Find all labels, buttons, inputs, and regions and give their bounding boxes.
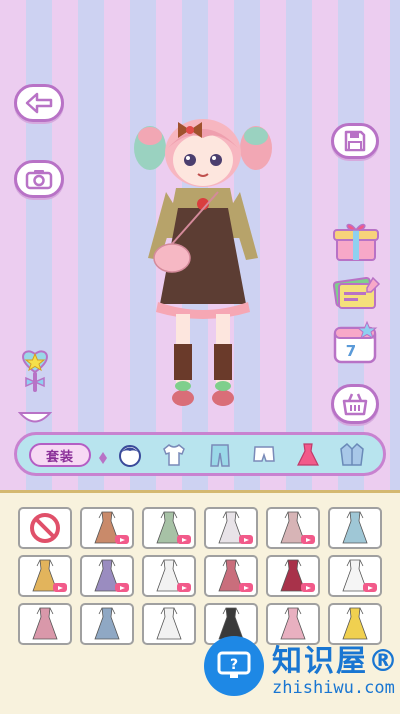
dress-thumbnail-icon xyxy=(342,559,368,592)
watermark-logo-icon: ? xyxy=(204,636,264,696)
dress-thumbnail-icon xyxy=(280,559,306,592)
clothing-item-cell[interactable] xyxy=(328,555,382,597)
dress-thumbnail-icon xyxy=(218,559,244,592)
save-button[interactable] xyxy=(331,123,379,159)
calendar-day-number: 7 xyxy=(346,342,356,360)
tab-pants[interactable] xyxy=(205,440,235,470)
dress-thumbnail-icon xyxy=(32,607,58,640)
calendar-button[interactable]: 7 xyxy=(329,320,383,368)
cards-button[interactable] xyxy=(331,270,383,314)
tab-shorts[interactable] xyxy=(249,440,279,470)
shop-basket-icon xyxy=(342,393,368,416)
magic-wand-icon xyxy=(22,350,48,392)
dress-thumbnail-icon xyxy=(280,511,306,544)
outfit-tab-button[interactable]: 套装 xyxy=(29,443,91,467)
face-icon xyxy=(119,445,141,467)
camera-button[interactable] xyxy=(14,160,64,198)
shop-button[interactable] xyxy=(331,384,379,424)
watermark-title: 知识屋® xyxy=(272,644,400,679)
clothing-item-cell[interactable] xyxy=(18,603,72,645)
dress-thumbnail-icon xyxy=(156,559,182,592)
back-arrow-icon xyxy=(25,92,53,114)
save-floppy-icon xyxy=(344,130,366,152)
dress-thumbnail-icon xyxy=(218,511,244,544)
dress-thumbnail-icon xyxy=(156,511,182,544)
category-tab-bar: 套装 xyxy=(14,432,386,476)
watermark: ? 知识屋® zhishiwu.com xyxy=(200,630,400,711)
character-doll[interactable] xyxy=(128,108,278,418)
dress-thumbnail-icon xyxy=(94,511,120,544)
collapse-arrow-icon xyxy=(18,412,52,423)
collapse-button[interactable] xyxy=(18,410,52,426)
watermark-url: zhishiwu.com xyxy=(272,678,395,698)
clothing-item-cell[interactable] xyxy=(142,507,196,549)
camera-icon xyxy=(25,170,53,190)
gift-button[interactable] xyxy=(331,220,381,264)
cards-icon xyxy=(332,276,381,309)
jacket-icon xyxy=(340,442,364,466)
dress-thumbnail-icon xyxy=(342,511,368,544)
dress-thumbnail-icon xyxy=(94,607,120,640)
gift-box-icon xyxy=(333,223,379,261)
svg-text:?: ? xyxy=(230,657,238,673)
shorts-icon xyxy=(253,446,275,462)
dress-icon xyxy=(297,443,319,466)
back-button[interactable] xyxy=(14,84,64,122)
dress-thumbnail-icon xyxy=(94,559,120,592)
clothing-item-cell[interactable] xyxy=(142,555,196,597)
clothing-item-cell[interactable] xyxy=(80,555,134,597)
no-item-icon xyxy=(30,513,60,543)
divider-icon xyxy=(99,449,107,464)
pants-icon xyxy=(210,444,230,467)
clothing-item-cell[interactable] xyxy=(80,603,134,645)
tshirt-icon xyxy=(163,444,185,466)
dress-thumbnail-icon xyxy=(156,607,182,640)
tab-tops[interactable] xyxy=(159,440,189,470)
tab-face[interactable] xyxy=(115,440,145,470)
dressup-stage: 7 套装 xyxy=(0,0,400,490)
wand-button[interactable] xyxy=(14,348,56,396)
clothing-item-cell[interactable] xyxy=(204,507,258,549)
tab-dress[interactable] xyxy=(293,440,323,470)
clothing-item-cell[interactable] xyxy=(18,555,72,597)
clothing-item-cell[interactable] xyxy=(204,555,258,597)
remove-item-cell[interactable] xyxy=(18,507,72,549)
clothing-item-cell[interactable] xyxy=(80,507,134,549)
clothing-item-cell[interactable] xyxy=(142,603,196,645)
tab-jacket[interactable] xyxy=(337,440,367,470)
calendar-icon: 7 xyxy=(333,320,378,364)
clothing-item-cell[interactable] xyxy=(266,555,320,597)
clothing-item-cell[interactable] xyxy=(328,507,382,549)
dress-thumbnail-icon xyxy=(32,559,58,592)
clothing-item-cell[interactable] xyxy=(266,507,320,549)
